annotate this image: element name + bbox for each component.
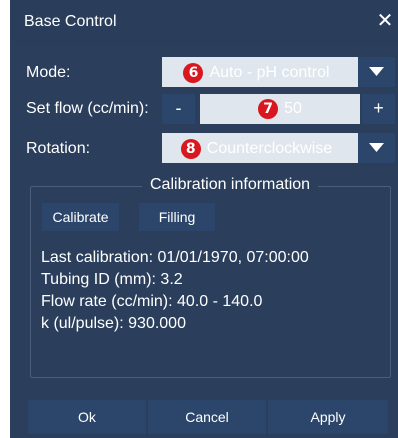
mode-value: 6 Auto - pH control [162,63,351,83]
step-badge-6: 6 [183,63,204,83]
calibrate-button[interactable]: Calibrate [42,203,119,231]
calibration-group: Calibration information Calibrate Fillin… [30,176,391,378]
filling-button[interactable]: Filling [139,203,215,231]
flow-input[interactable]: 7 50 [200,94,360,124]
rotation-value: 8 Counterclockwise [162,139,351,159]
rotation-select[interactable]: 8 Counterclockwise [162,133,395,163]
mode-value-text: Auto - pH control [209,64,330,82]
mode-select[interactable]: 6 Auto - pH control [162,57,395,87]
chevron-down-icon [369,67,384,76]
mode-dropdown-button[interactable] [358,57,395,87]
title-bar: Base Control ✕ [10,0,398,46]
flow-value-text: 50 [284,100,302,118]
close-icon[interactable]: ✕ [374,10,396,32]
rotation-value-text: Counterclockwise [206,140,333,158]
flow-rate-text: Flow rate (cc/min): 40.0 - 140.0 [41,293,263,310]
rotation-label: Rotation: [26,140,91,157]
flow-decrement-button[interactable]: - [162,94,195,124]
rotation-dropdown-button[interactable] [358,133,395,163]
cancel-button[interactable]: Cancel [148,400,266,434]
flow-increment-button[interactable]: + [362,94,395,124]
apply-button[interactable]: Apply [268,400,388,434]
calibration-group-title: Calibration information [142,176,319,194]
chevron-down-icon [369,143,384,152]
mode-label: Mode: [26,64,71,81]
base-control-dialog: Base Control ✕ Mode: 6 Auto - pH control … [10,0,398,438]
k-value-text: k (ul/pulse): 930.000 [41,315,186,332]
step-badge-8: 8 [180,139,201,159]
ok-button[interactable]: Ok [28,400,146,434]
flow-label: Set flow (cc/min): [26,100,149,117]
flow-value: 7 50 [200,99,360,119]
last-calibration-text: Last calibration: 01/01/1970, 07:00:00 [41,249,309,266]
tubing-id-text: Tubing ID (mm): 3.2 [41,271,183,288]
dialog-title: Base Control [24,13,117,30]
step-badge-7: 7 [258,99,279,119]
